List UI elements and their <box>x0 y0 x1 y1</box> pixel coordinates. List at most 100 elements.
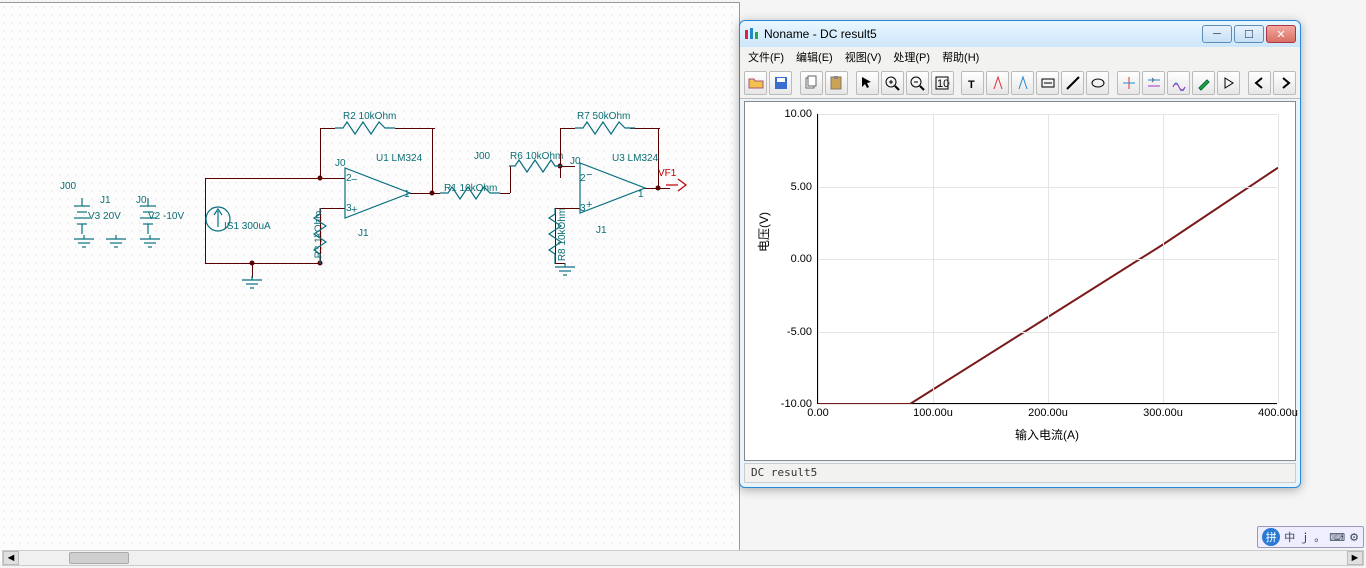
statusbar: DC result5 <box>744 463 1296 483</box>
node <box>656 186 661 191</box>
wire <box>205 263 320 264</box>
probe-vf1 <box>666 175 690 195</box>
menu-help[interactable]: 帮助(H) <box>942 49 979 65</box>
dc-result-window[interactable]: Noname - DC result5 ─ ☐ ✕ 文件(F) 编辑(E) 视图… <box>739 20 1301 488</box>
menu-process[interactable]: 处理(P) <box>893 49 930 65</box>
wire <box>395 128 435 129</box>
ground-icon <box>138 235 162 251</box>
ime-keyboard-icon[interactable]: ⌨ <box>1329 531 1345 544</box>
axes-icon[interactable] <box>1117 71 1140 95</box>
resistor-r1 <box>440 186 500 200</box>
scroll-right-icon[interactable]: ► <box>1347 551 1363 565</box>
zoom-out-icon[interactable] <box>906 71 929 95</box>
menu-view[interactable]: 视图(V) <box>845 49 882 65</box>
legend-icon[interactable] <box>1036 71 1059 95</box>
ground-icon <box>240 276 264 292</box>
label-j00c: J00 <box>474 151 490 162</box>
wire <box>432 128 433 193</box>
resistor-r8 <box>548 208 562 264</box>
svg-text:−: − <box>586 169 592 181</box>
merge-curves-icon[interactable] <box>1167 71 1190 95</box>
toolbar: 100 T <box>740 67 1300 99</box>
ime-tray[interactable]: 拼 中 ｊ 。 ⌨ ⚙ <box>1257 526 1364 548</box>
resistor-r2 <box>335 121 395 135</box>
x-tick: 0.00 <box>807 403 828 419</box>
menubar: 文件(F) 编辑(E) 视图(V) 处理(P) 帮助(H) <box>740 47 1300 67</box>
svg-text:+: + <box>351 204 357 216</box>
ime-badge-icon[interactable]: 拼 <box>1262 528 1280 546</box>
line-icon[interactable] <box>1061 71 1084 95</box>
maximize-button[interactable]: ☐ <box>1234 25 1264 43</box>
resistor-r3 <box>313 208 327 264</box>
x-tick: 300.00u <box>1143 403 1183 419</box>
plot-area[interactable]: 电压(V) 10.005.000.00-5.00-10.000.00100.00… <box>744 101 1296 461</box>
paste-icon[interactable] <box>825 71 848 95</box>
ellipse-icon[interactable] <box>1086 71 1109 95</box>
node <box>318 176 323 181</box>
resistor-r7 <box>575 121 635 135</box>
source-is1 <box>206 199 236 239</box>
close-button[interactable]: ✕ <box>1266 25 1296 43</box>
x-axis-label: 输入电流(A) <box>817 426 1277 443</box>
x-tick: 200.00u <box>1028 403 1068 419</box>
ime-punct[interactable]: 。 <box>1314 529 1325 545</box>
label-j00a: J00 <box>60 181 76 192</box>
ime-half[interactable]: ｊ <box>1299 529 1310 545</box>
svg-text:−: − <box>351 174 357 186</box>
label-j1c: J1 <box>596 225 607 236</box>
source-v2 <box>138 198 158 238</box>
pen-icon[interactable] <box>1192 71 1215 95</box>
open-icon[interactable] <box>744 71 767 95</box>
next-icon[interactable] <box>1217 71 1240 95</box>
zoom-in-icon[interactable] <box>881 71 904 95</box>
node <box>250 261 255 266</box>
wire <box>320 128 335 129</box>
resistor-r6 <box>509 159 561 173</box>
ime-mode[interactable]: 中 <box>1284 529 1295 545</box>
menu-edit[interactable]: 编辑(E) <box>796 49 833 65</box>
schematic-canvas[interactable]: R2 10kOhm R7 50kOhm R6 10kOhm R1 10kOhm … <box>0 2 740 562</box>
zoom-fit-icon[interactable]: 100 <box>931 71 954 95</box>
next-page-icon[interactable] <box>1273 71 1296 95</box>
y-tick: -5.00 <box>754 326 818 338</box>
svg-text:+: + <box>586 199 592 211</box>
y-axis-label: 电压(V) <box>755 212 772 252</box>
label-v3: V3 20V <box>88 211 121 222</box>
sep-curves-icon[interactable] <box>1142 71 1165 95</box>
x-tick: 100.00u <box>913 403 953 419</box>
prev-page-icon[interactable] <box>1248 71 1271 95</box>
cursor-a-icon[interactable] <box>986 71 1009 95</box>
ground-icon <box>104 235 128 251</box>
minimize-button[interactable]: ─ <box>1202 25 1232 43</box>
node <box>430 191 435 196</box>
label-j0b: J0 <box>335 158 346 169</box>
cursor-b-icon[interactable] <box>1011 71 1034 95</box>
scroll-track[interactable] <box>19 551 1347 565</box>
plot-inner[interactable]: 10.005.000.00-5.00-10.000.00100.00u200.0… <box>817 114 1277 404</box>
pointer-icon[interactable] <box>856 71 879 95</box>
y-tick: 0.00 <box>754 253 818 265</box>
wire <box>320 128 321 178</box>
scroll-left-icon[interactable]: ◄ <box>3 551 19 565</box>
y-tick: 10.00 <box>754 108 818 120</box>
label-j1b: J1 <box>358 228 369 239</box>
y-tick: 5.00 <box>754 181 818 193</box>
svg-text:T: T <box>968 79 975 91</box>
opamp-u1: − + <box>345 168 415 218</box>
text-icon[interactable]: T <box>961 71 984 95</box>
wire <box>560 128 575 129</box>
ground-icon <box>72 235 96 251</box>
source-v3 <box>72 198 92 238</box>
menu-file[interactable]: 文件(F) <box>748 49 784 65</box>
opamp-u3: − + <box>580 163 650 213</box>
h-scrollbar[interactable]: ◄ ► <box>2 550 1364 566</box>
window-title: Noname - DC result5 <box>764 27 1202 41</box>
svg-text:100: 100 <box>937 78 950 90</box>
scroll-thumb[interactable] <box>69 552 129 564</box>
save-icon[interactable] <box>769 71 792 95</box>
titlebar[interactable]: Noname - DC result5 ─ ☐ ✕ <box>740 21 1300 47</box>
ime-settings-icon[interactable]: ⚙ <box>1349 531 1359 544</box>
copy-icon[interactable] <box>800 71 823 95</box>
label-j1a: J1 <box>100 195 111 206</box>
wire <box>500 193 510 194</box>
